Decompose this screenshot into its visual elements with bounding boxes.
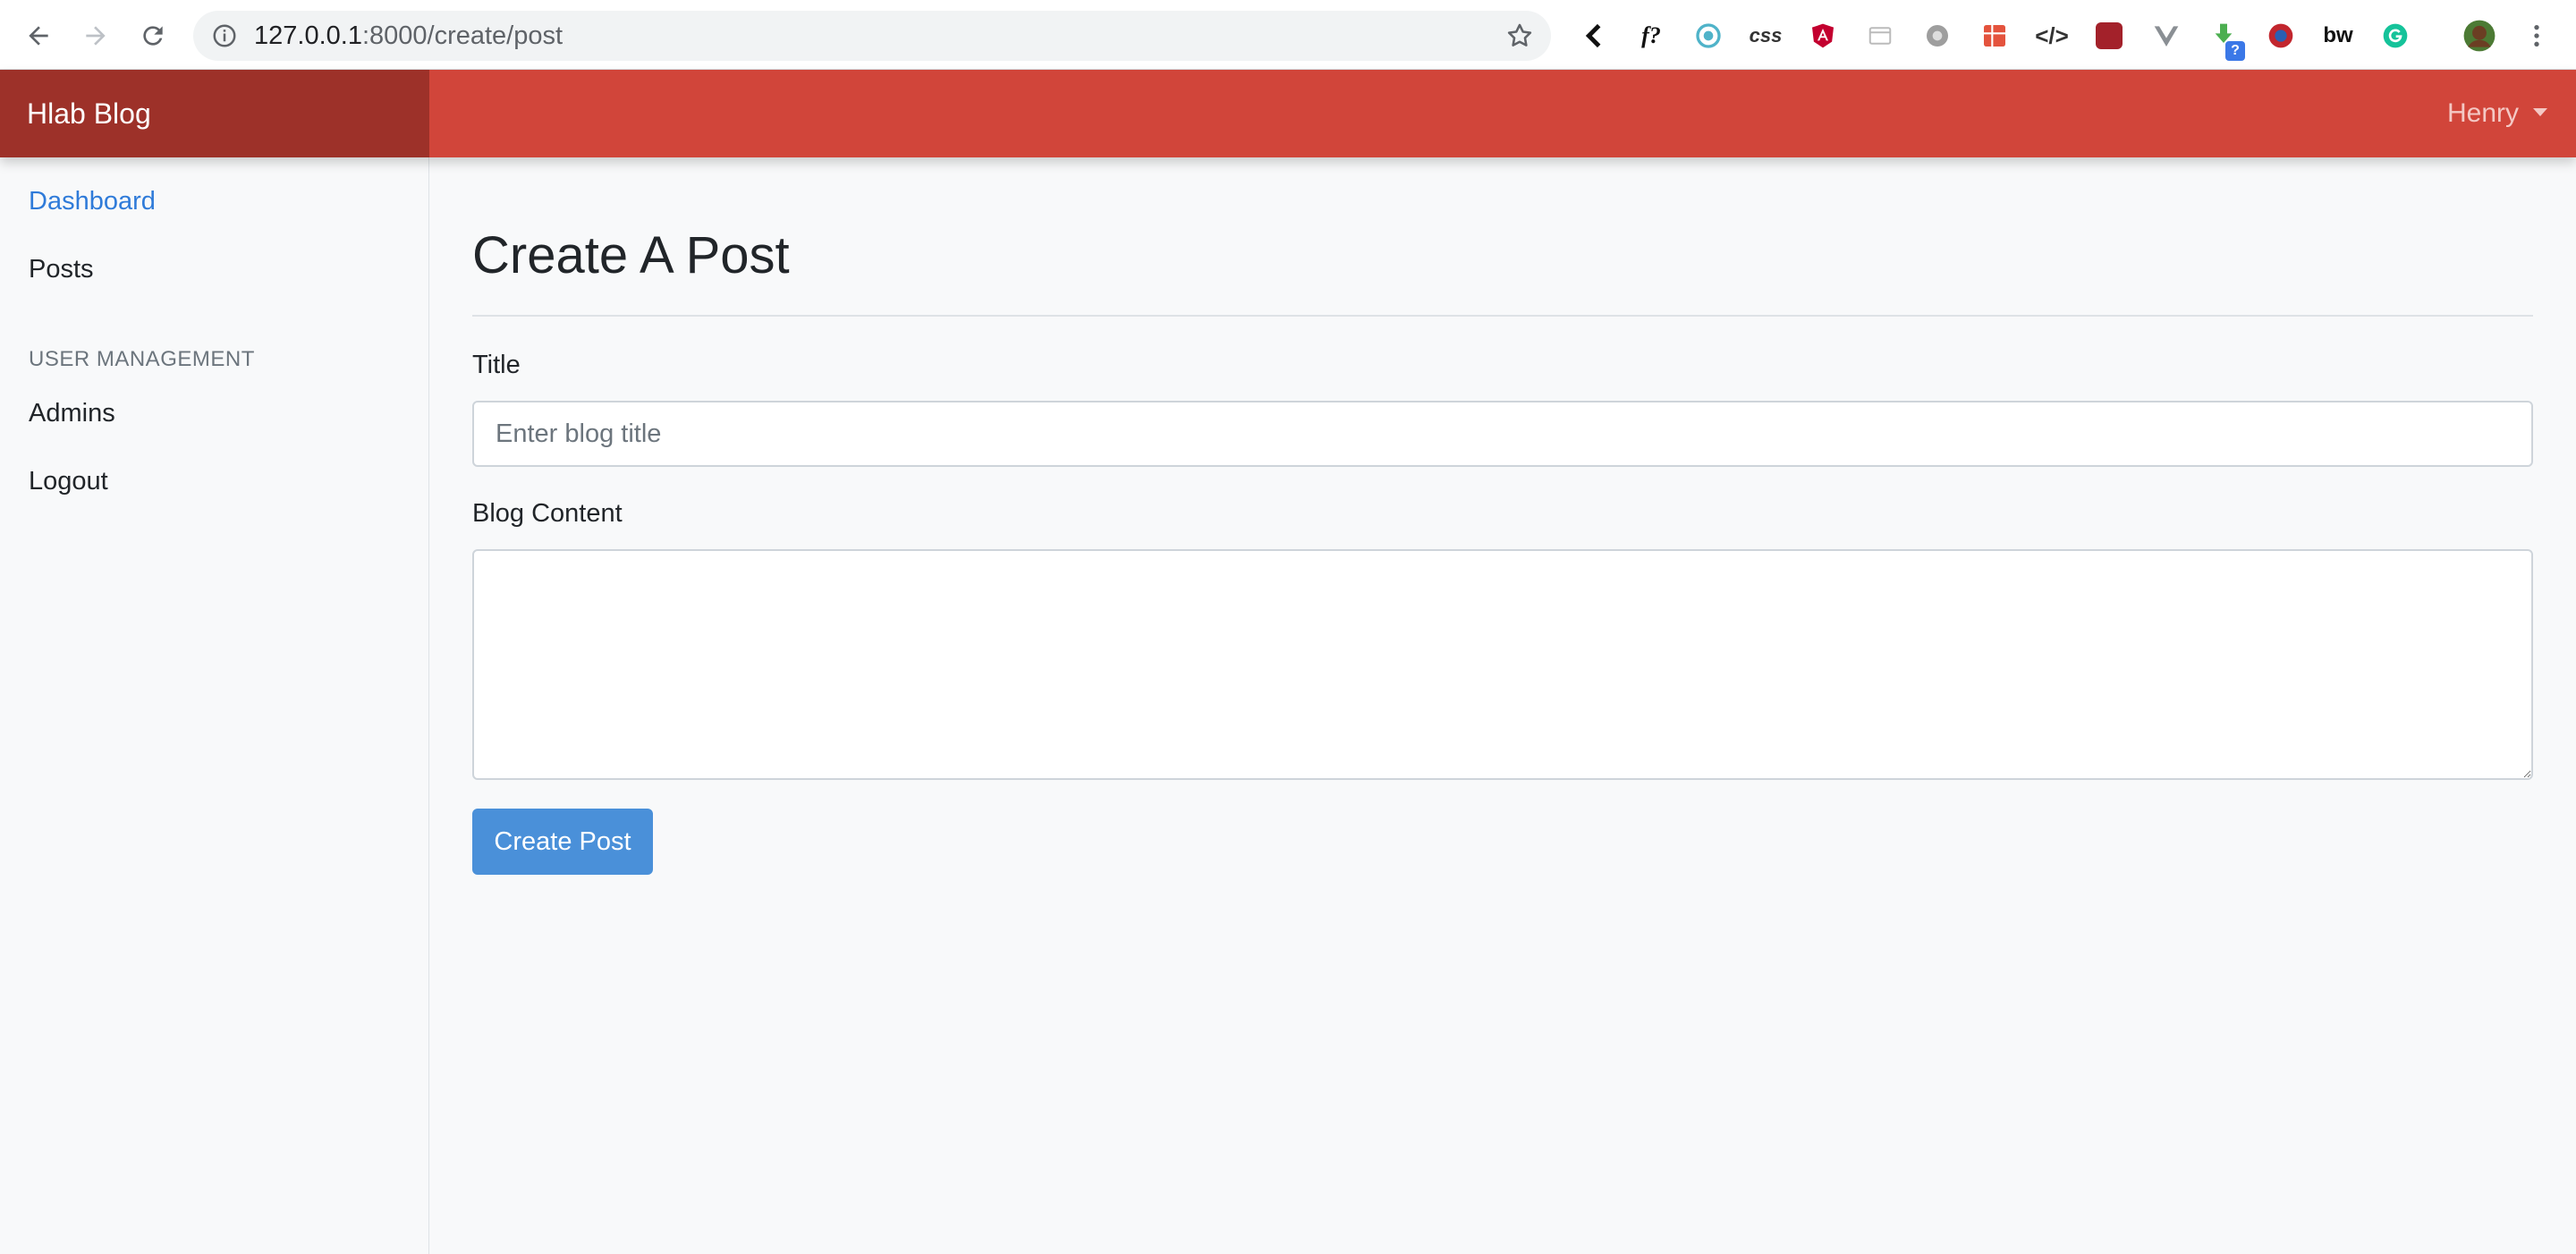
create-post-button[interactable]: Create Post [472,809,653,875]
sidebar-item-posts[interactable]: Posts [29,255,94,284]
window-extension-icon[interactable] [1862,18,1898,54]
forward-arrow-icon[interactable] [75,15,116,56]
browser-toolbar: 127.0.0.1:8000/create/post f? css </> ? … [0,0,2576,70]
more-menu-icon[interactable] [2519,18,2555,54]
top-navbar: Hlab Blog Henry [0,70,2576,157]
user-dropdown[interactable]: Henry [2447,70,2547,157]
grammarly-extension-icon[interactable] [2377,18,2413,54]
main-content: Create A Post Title Blog Content Create … [430,157,2576,1254]
grid-extension-icon[interactable] [1977,18,2012,54]
title-label: Title [472,351,521,379]
caret-down-icon [2533,107,2547,116]
extension-badge: ? [2225,41,2245,61]
sidebar: Dashboard Posts USER MANAGEMENT Admins L… [0,157,429,1254]
ball-extension-icon[interactable] [2263,18,2299,54]
angular-extension-icon[interactable] [1805,18,1841,54]
title-input[interactable] [472,401,2533,467]
blog-content-label: Blog Content [472,499,623,528]
sidebar-section-heading: USER MANAGEMENT [29,347,255,371]
webhint-extension-icon[interactable] [1690,18,1726,54]
bookmark-star-icon[interactable] [1504,21,1535,51]
blog-content-textarea[interactable] [472,549,2533,780]
sidebar-item-admins[interactable]: Admins [29,399,115,428]
download-extension-icon[interactable]: ? [2206,18,2245,61]
address-bar[interactable]: 127.0.0.1:8000/create/post [193,11,1551,61]
url-path: :8000/create/post [361,21,564,50]
brand-link[interactable]: Hlab Blog [0,70,429,157]
reload-icon[interactable] [132,15,174,56]
chevron-left-extension-icon[interactable] [1576,18,1612,54]
page-title: Create A Post [472,226,790,284]
mendeley-extension-icon[interactable] [2091,18,2127,54]
user-name: Henry [2446,98,2519,128]
profile-avatar-icon[interactable] [2462,18,2497,54]
sidebar-item-logout[interactable]: Logout [29,467,108,496]
code-extension-icon[interactable]: </> [2034,18,2070,54]
gear-extension-icon[interactable] [1919,18,1955,54]
site-info-icon[interactable] [211,22,238,49]
back-arrow-icon[interactable] [18,15,59,56]
bw-extension-icon[interactable]: bw [2320,18,2356,54]
css-extension-icon[interactable]: css [1748,18,1784,54]
sidebar-item-dashboard[interactable]: Dashboard [29,187,156,216]
vue-extension-icon[interactable] [2148,18,2184,54]
title-divider [472,315,2533,317]
fx-extension-icon[interactable]: f? [1633,18,1669,54]
url-host: 127.0.0.1 [254,21,362,50]
url-text[interactable]: 127.0.0.1:8000/create/post [254,21,563,50]
